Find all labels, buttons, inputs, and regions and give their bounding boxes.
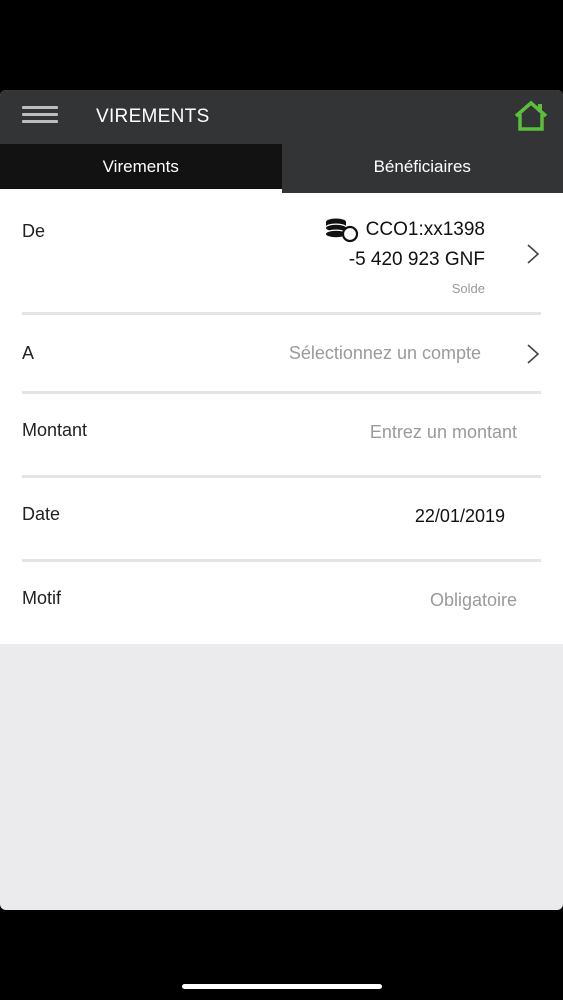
reason-input[interactable]: Obligatoire	[430, 590, 517, 611]
from-account-number: CCO1:xx1398	[365, 219, 485, 240]
to-account-row[interactable]: A Sélectionnez un compte	[22, 315, 541, 394]
to-account-select[interactable]: Sélectionnez un compte	[289, 343, 481, 364]
page-title: VIREMENTS	[96, 106, 210, 127]
top-navbar: VIREMENTS	[0, 90, 563, 144]
from-label: De	[22, 221, 46, 241]
amount-row: Montant Entrez un montant	[22, 394, 541, 478]
reason-row: Motif Obligatoire	[22, 562, 541, 644]
date-row: Date 22/01/2019	[22, 478, 541, 562]
date-field[interactable]: 22/01/2019	[415, 506, 505, 527]
from-balance: -5 420 923 GNF	[348, 249, 485, 270]
from-account-row[interactable]: De CCO1:xx1398 -5 420 923 GNF Solde	[22, 193, 541, 315]
coins-icon	[325, 218, 358, 243]
balance-caption: Solde	[451, 281, 485, 296]
tab-bar: Virements Bénéficiaires	[0, 144, 563, 193]
chevron-right-icon[interactable]	[525, 343, 541, 365]
tab-virements[interactable]: Virements	[0, 144, 282, 193]
transfer-form: De CCO1:xx1398 -5 420 923 GNF Solde A Sé…	[0, 193, 563, 644]
home-icon[interactable]	[513, 100, 549, 132]
from-account-info: CCO1:xx1398 -5 420 923 GNF Solde	[324, 217, 485, 296]
chevron-right-icon[interactable]	[525, 243, 541, 265]
to-label: A	[22, 343, 35, 363]
amount-input[interactable]: Entrez un montant	[370, 422, 517, 443]
home-indicator[interactable]	[182, 984, 382, 989]
tab-beneficiaires[interactable]: Bénéficiaires	[282, 144, 563, 193]
date-label: Date	[22, 504, 61, 524]
reason-label: Motif	[22, 588, 62, 608]
app-screen: VIREMENTS Virements Bénéficiaires De CCO…	[0, 90, 563, 910]
amount-label: Montant	[22, 420, 88, 440]
hamburger-menu-icon[interactable]	[22, 106, 58, 128]
